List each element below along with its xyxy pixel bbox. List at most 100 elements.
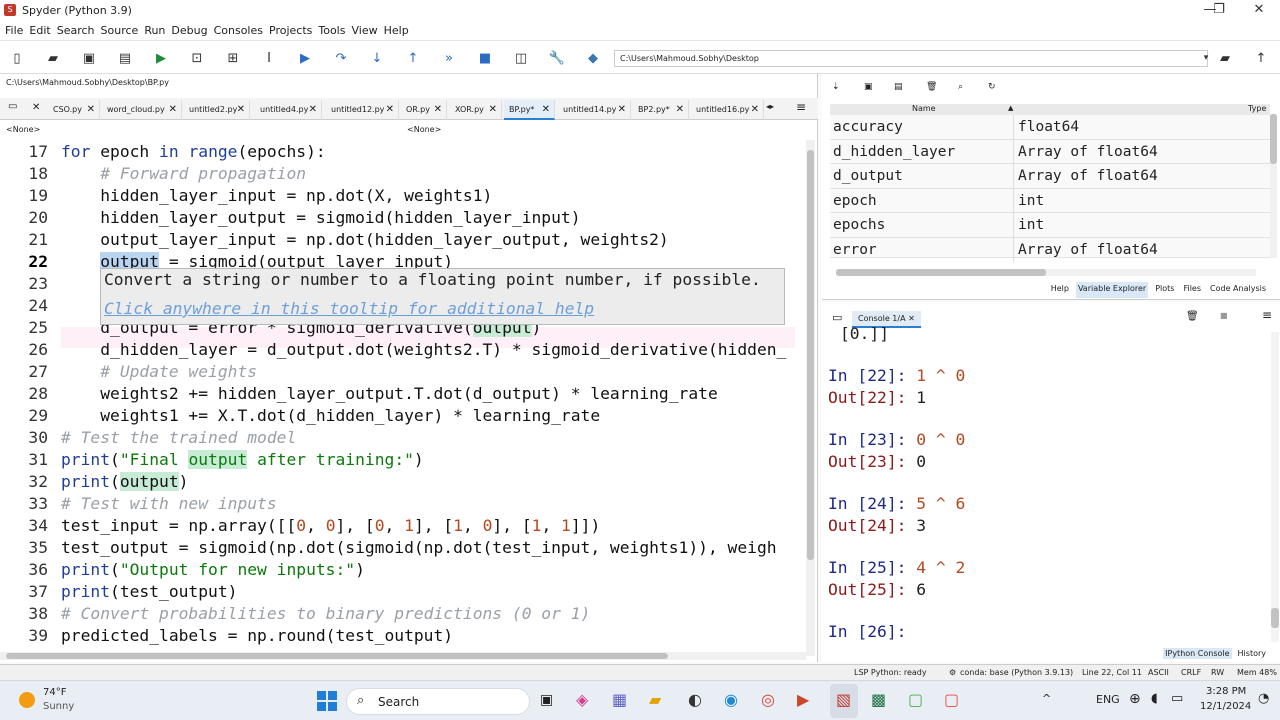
taskbar-search-box[interactable]: ⌕ Search bbox=[346, 688, 530, 715]
close-icon[interactable]: ✕ bbox=[386, 100, 394, 120]
save-data-icon[interactable]: ▣ bbox=[864, 82, 873, 92]
continue-icon[interactable]: » bbox=[440, 49, 458, 67]
tray-overflow-icon[interactable]: ^ bbox=[1042, 692, 1051, 705]
menu-search[interactable]: Search bbox=[54, 24, 98, 37]
stop-icon[interactable]: ■ bbox=[476, 49, 494, 67]
console-options-icon[interactable]: ≡ bbox=[1262, 308, 1272, 322]
menu-run[interactable]: Run bbox=[141, 24, 168, 37]
variable-row[interactable]: error Array of float64 bbox=[830, 238, 1270, 262]
variables-horizontal-scrollbar[interactable] bbox=[836, 269, 1256, 276]
close-icon[interactable]: ✕ bbox=[618, 100, 626, 120]
chrome-browser-icon[interactable]: ◎ bbox=[761, 690, 775, 709]
run-cell-icon[interactable]: ⊡ bbox=[188, 49, 206, 67]
weather-temp[interactable]: 74°F bbox=[43, 687, 66, 698]
tooltip-help-link[interactable]: Click anywhere in this tooltip for addit… bbox=[104, 299, 781, 318]
variable-row[interactable]: d_hidden_layer Array of float64 bbox=[830, 139, 1270, 165]
close-icon[interactable]: ✕ bbox=[908, 314, 915, 323]
close-icon[interactable]: ✕ bbox=[87, 100, 95, 120]
powerpoint-icon[interactable]: ▶ bbox=[797, 690, 809, 709]
maximize-button[interactable]: ❐ bbox=[1200, 0, 1238, 20]
notifications-bell-icon[interactable]: ◔ bbox=[1258, 691, 1269, 706]
tab-or[interactable]: OR.py ✕ bbox=[401, 100, 447, 120]
volume-icon[interactable]: ◖ bbox=[1151, 691, 1158, 706]
tab-bp2[interactable]: BP2.py* ✕ bbox=[633, 100, 689, 120]
variable-row[interactable]: accuracy float64 bbox=[830, 115, 1270, 140]
close-tab-icon[interactable]: ✕ bbox=[32, 102, 40, 113]
tab-variable-explorer[interactable]: Variable Explorer bbox=[1075, 282, 1149, 298]
calltip-tooltip[interactable]: Convert a string or number to a floating… bbox=[100, 268, 785, 325]
battery-icon[interactable]: ▭ bbox=[1171, 691, 1183, 706]
console-vertical-scrollbar[interactable] bbox=[1271, 332, 1279, 642]
column-name[interactable]: Name bbox=[912, 104, 936, 113]
preferences-wrench-icon[interactable]: 🔧 bbox=[548, 49, 566, 67]
browse-tabs-icon[interactable]: ▭ bbox=[8, 101, 17, 112]
edge-browser-icon[interactable]: ◉ bbox=[724, 690, 738, 709]
network-icon[interactable]: ⊕ bbox=[1129, 691, 1141, 707]
class-selector[interactable]: <None> bbox=[6, 125, 40, 134]
new-file-icon[interactable]: ▯ bbox=[8, 49, 26, 67]
close-icon[interactable]: ✕ bbox=[237, 100, 245, 120]
variable-row[interactable]: d_output Array of float64 bbox=[830, 164, 1270, 189]
step-over-icon[interactable]: ↷ bbox=[332, 49, 350, 67]
spyder-taskbar-icon[interactable]: ▧ bbox=[836, 690, 851, 709]
parent-dir-icon[interactable]: ↑ bbox=[1252, 49, 1270, 67]
working-dir-dropdown-icon[interactable]: ▾ bbox=[1197, 49, 1215, 67]
excel-icon[interactable]: ▩ bbox=[871, 690, 886, 709]
tab-code-analysis[interactable]: Code Analysis bbox=[1208, 282, 1268, 298]
maximize-pane-icon[interactable]: ◫ bbox=[512, 49, 530, 67]
function-selector[interactable]: <None> bbox=[407, 125, 441, 134]
code-area[interactable]: 17 for epoch in range(epochs): 18 # Forw… bbox=[0, 140, 806, 652]
menu-help[interactable]: Help bbox=[381, 24, 412, 37]
variable-row[interactable]: epoch int bbox=[830, 188, 1270, 214]
save-all-icon[interactable]: ▤ bbox=[116, 49, 134, 67]
language-indicator[interactable]: ENG bbox=[1096, 693, 1120, 706]
menu-projects[interactable]: Projects bbox=[266, 24, 315, 37]
editor-vertical-scrollbar[interactable] bbox=[806, 140, 815, 656]
import-data-icon[interactable]: ⇣ bbox=[832, 82, 840, 92]
recorder-icon[interactable]: ▢ bbox=[944, 690, 959, 709]
close-icon[interactable]: ✕ bbox=[309, 100, 317, 120]
tab-untitled14[interactable]: untitled14.py ✕ bbox=[558, 100, 631, 120]
tab-xor[interactable]: XOR.py ✕ bbox=[450, 100, 502, 120]
tab-cso[interactable]: CSO.py ✕ bbox=[48, 100, 100, 120]
menu-edit[interactable]: Edit bbox=[26, 24, 53, 37]
stop-kernel-icon[interactable]: ■ bbox=[1220, 311, 1228, 320]
tab-untitled12[interactable]: untitled12.py ✕ bbox=[326, 100, 399, 120]
menu-view[interactable]: View bbox=[348, 24, 380, 37]
close-icon[interactable]: ✕ bbox=[434, 100, 442, 120]
tab-history[interactable]: History bbox=[1236, 648, 1268, 659]
search-icon[interactable]: ⌕ bbox=[958, 82, 963, 92]
headphones-icon[interactable]: ◐ bbox=[688, 690, 702, 709]
save-icon[interactable]: ▣ bbox=[80, 49, 98, 67]
working-directory-input[interactable]: C:\Users\Mahmoud.Sobhy\Desktop bbox=[614, 50, 1208, 67]
sun-weather-icon[interactable] bbox=[19, 692, 35, 708]
editor-horizontal-scrollbar[interactable] bbox=[0, 652, 806, 660]
tab-untitled2[interactable]: untitled2.py ✕ bbox=[184, 100, 250, 120]
scroll-tabs-icon[interactable]: ◂▸ bbox=[766, 102, 774, 111]
scroll-thumb[interactable] bbox=[6, 653, 668, 659]
python-path-icon[interactable]: ◆ bbox=[584, 49, 602, 67]
file-explorer-icon[interactable]: ▰ bbox=[649, 690, 661, 709]
remove-all-icon[interactable]: 🗑 bbox=[926, 82, 937, 92]
tab-untitled16[interactable]: untitled16.py ✕ bbox=[691, 100, 764, 120]
tab-untitled4[interactable]: untitled4.py ✕ bbox=[255, 100, 322, 120]
windows-start-icon[interactable] bbox=[317, 691, 337, 711]
teams-icon[interactable]: ▦ bbox=[612, 690, 627, 709]
copilot-icon[interactable]: ◈ bbox=[576, 690, 588, 709]
clock-date[interactable]: 12/1/2024 bbox=[1200, 701, 1251, 712]
tab-files[interactable]: Files bbox=[1181, 282, 1203, 298]
tab-word-cloud[interactable]: word_cloud.py ✕ bbox=[102, 100, 182, 120]
menu-tools[interactable]: Tools bbox=[315, 24, 348, 37]
save-as-icon[interactable]: ▤ bbox=[894, 82, 903, 92]
step-into-icon[interactable]: ↓ bbox=[368, 49, 386, 67]
step-out-icon[interactable]: ↑ bbox=[404, 49, 422, 67]
options-menu-icon[interactable]: ≡ bbox=[796, 100, 806, 114]
console-browse-icon[interactable]: ▭ bbox=[832, 311, 842, 324]
weather-desc[interactable]: Sunny bbox=[43, 701, 74, 712]
run-selection-icon[interactable]: I bbox=[260, 49, 278, 67]
menu-source[interactable]: Source bbox=[98, 24, 142, 37]
clock-time[interactable]: 3:28 PM bbox=[1206, 686, 1246, 697]
column-type[interactable]: Type bbox=[1248, 104, 1266, 113]
scroll-thumb[interactable] bbox=[807, 150, 814, 560]
trash-icon[interactable]: 🗑 bbox=[1186, 311, 1199, 322]
